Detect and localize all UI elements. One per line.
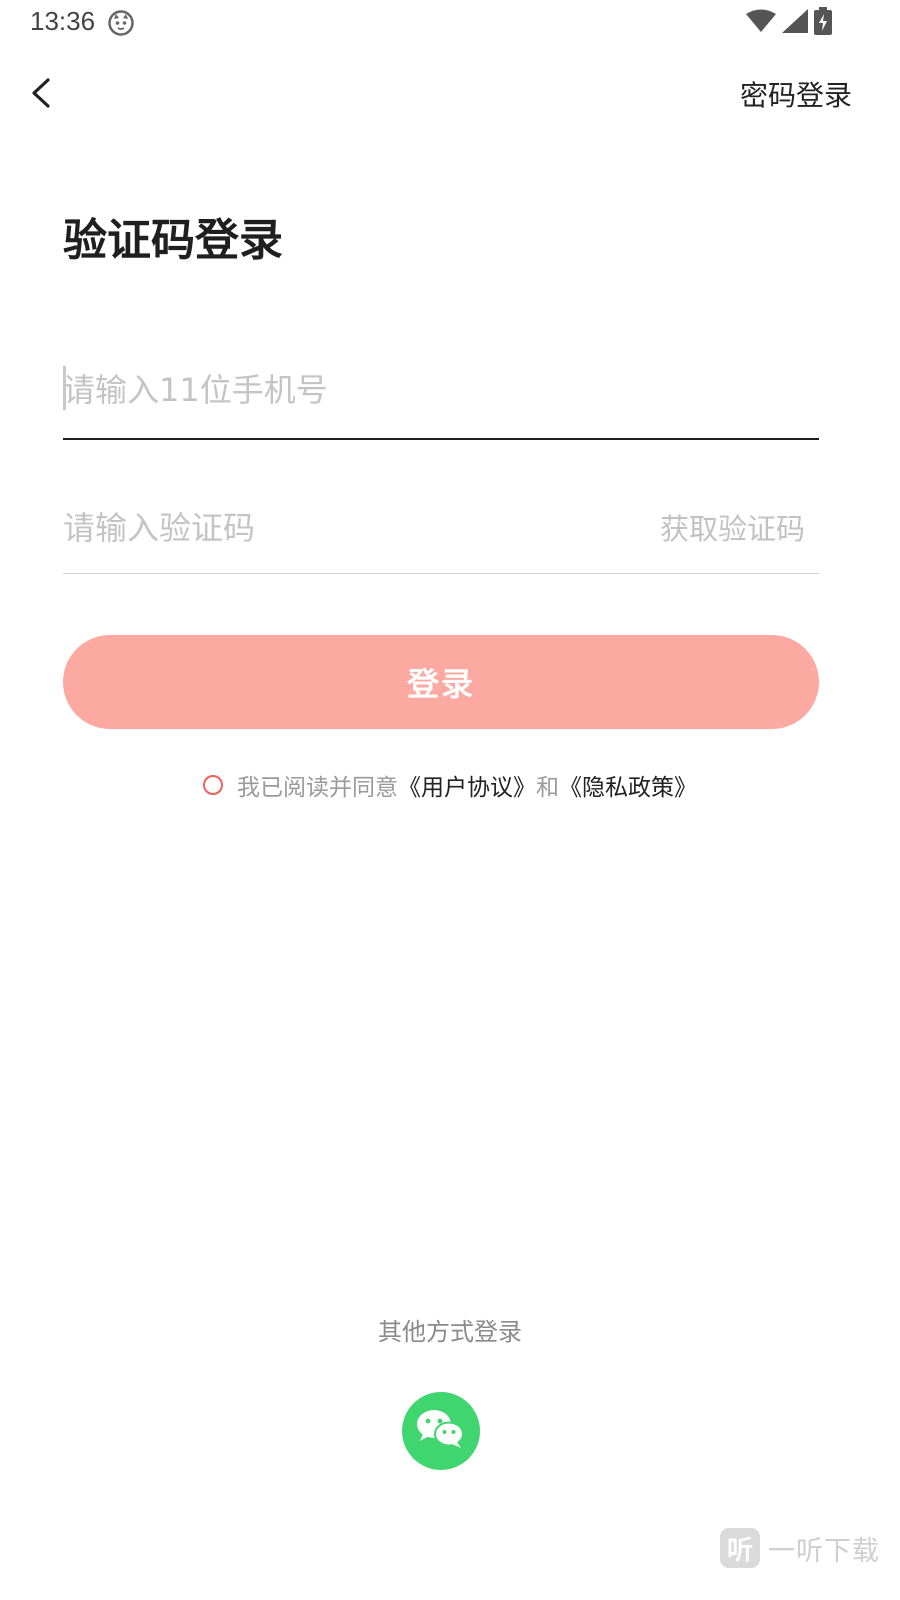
wechat-icon bbox=[415, 1407, 467, 1455]
password-login-link[interactable]: 密码登录 bbox=[740, 74, 852, 114]
wechat-login-button[interactable] bbox=[402, 1392, 480, 1470]
other-login-label: 其他方式登录 bbox=[378, 1318, 522, 1346]
login-button[interactable]: 登录 bbox=[63, 635, 819, 729]
privacy-policy-link[interactable]: 《隐私政策》 bbox=[559, 768, 697, 802]
nav-bar: 密码登录 bbox=[0, 60, 900, 124]
status-time: 13:36 bbox=[30, 6, 96, 36]
verification-code-input[interactable] bbox=[63, 490, 623, 566]
watermark-text: 一听下载 bbox=[768, 1535, 880, 1567]
watermark-logo: 听 bbox=[720, 1528, 760, 1568]
agreement-row: 我已阅读并同意 《用户协议》 和 《隐私政策》 bbox=[0, 765, 900, 805]
status-bar: 13:36 bbox=[0, 0, 900, 48]
agreement-conjunction: 和 bbox=[536, 775, 559, 801]
agreement-prefix: 我已阅读并同意 bbox=[237, 775, 398, 801]
cellular-signal-icon bbox=[782, 9, 808, 37]
watermark: 听 一听下载 bbox=[720, 1528, 880, 1568]
get-code-button[interactable]: 获取验证码 bbox=[660, 506, 805, 548]
user-agreement-link[interactable]: 《用户协议》 bbox=[398, 768, 536, 802]
back-button[interactable] bbox=[22, 68, 66, 116]
battery-charging-icon bbox=[814, 7, 832, 39]
text-cursor bbox=[63, 366, 66, 410]
cat-face-notification-icon bbox=[108, 10, 134, 36]
phone-field bbox=[63, 352, 819, 440]
chevron-left-icon bbox=[22, 78, 66, 120]
verification-code-field: 获取验证码 bbox=[63, 490, 819, 574]
wifi-icon bbox=[746, 9, 776, 37]
phone-input[interactable] bbox=[63, 352, 623, 428]
page-title: 验证码登录 bbox=[63, 215, 283, 266]
agreement-checkbox[interactable] bbox=[203, 775, 223, 795]
status-indicators bbox=[746, 7, 832, 39]
